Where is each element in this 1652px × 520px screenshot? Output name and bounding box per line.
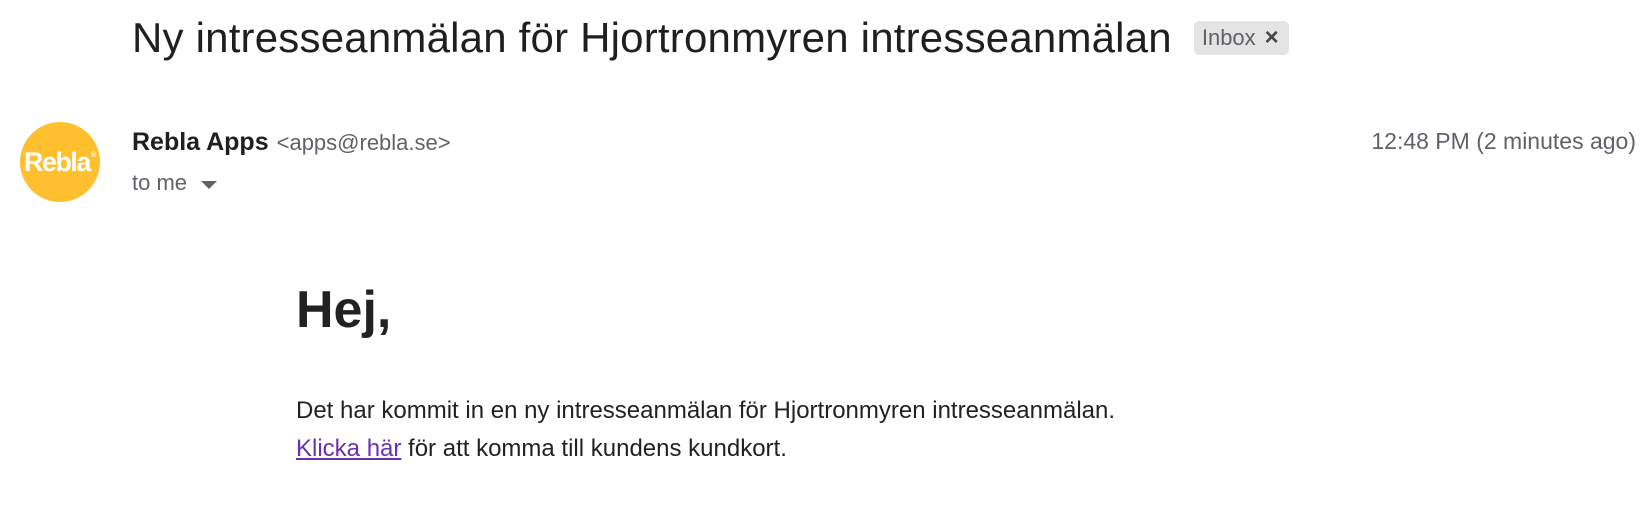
email-subject: Ny intresseanmälan för Hjortronmyren int… [132, 14, 1172, 61]
body-line-2-rest: för att komma till kundens kundkort. [401, 435, 787, 462]
customer-card-link[interactable]: Klicka här [296, 435, 401, 462]
sender-email: <apps@rebla.se> [276, 130, 451, 155]
inbox-label-chip[interactable]: Inbox × [1193, 21, 1289, 55]
email-timestamp[interactable]: 12:48 PM (2 minutes ago) [1371, 128, 1636, 155]
avatar-logo-mark: ® [90, 151, 97, 159]
body-line-1: Det har kommit in en ny intresseanmälan … [296, 397, 1116, 424]
sender-line: Rebla Apps <apps@rebla.se> [132, 128, 451, 157]
avatar-logo-text: Rebla [23, 146, 92, 177]
message-body: Hej, Det har kommit in en ny intresseanm… [296, 284, 1496, 468]
subject-row: Ny intresseanmälan för Hjortronmyren int… [132, 8, 1289, 68]
body-line-2: Klicka här för att komma till kundens ku… [296, 430, 1496, 468]
show-details-chevron-icon[interactable] [201, 180, 218, 189]
remove-label-icon[interactable]: × [1265, 26, 1279, 50]
recipient-line: to me [132, 170, 218, 196]
sender-avatar[interactable]: Rebla® [20, 122, 100, 202]
body-text: Det har kommit in en ny intresseanmälan … [296, 392, 1496, 468]
sender-name[interactable]: Rebla Apps [132, 128, 269, 157]
recipient-text: to me [132, 170, 188, 195]
label-text: Inbox [1201, 25, 1256, 50]
greeting-heading: Hej, [296, 281, 392, 339]
rebla-logo: Rebla® [24, 147, 96, 178]
